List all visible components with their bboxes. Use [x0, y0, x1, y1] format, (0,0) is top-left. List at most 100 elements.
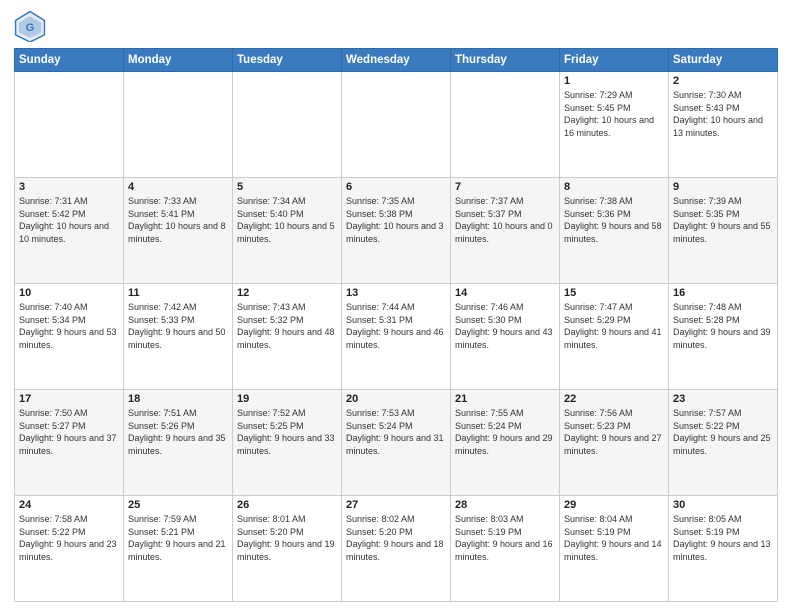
day-number: 27 — [346, 499, 446, 511]
day-cell: 21 Sunrise: 7:55 AM Sunset: 5:24 PM Dayli… — [451, 390, 560, 496]
day-cell: 4 Sunrise: 7:33 AM Sunset: 5:41 PM Daylig… — [124, 178, 233, 284]
day-info: Sunrise: 8:04 AM Sunset: 5:19 PM Dayligh… — [564, 513, 664, 563]
header-day-friday: Friday — [560, 49, 669, 72]
day-info: Sunrise: 8:05 AM Sunset: 5:19 PM Dayligh… — [673, 513, 773, 563]
day-number: 26 — [237, 499, 337, 511]
day-number: 12 — [237, 287, 337, 299]
day-info: Sunrise: 7:42 AM Sunset: 5:33 PM Dayligh… — [128, 301, 228, 351]
day-cell — [233, 72, 342, 178]
day-number: 21 — [455, 393, 555, 405]
day-info: Sunrise: 7:53 AM Sunset: 5:24 PM Dayligh… — [346, 407, 446, 457]
day-info: Sunrise: 7:57 AM Sunset: 5:22 PM Dayligh… — [673, 407, 773, 457]
day-cell: 14 Sunrise: 7:46 AM Sunset: 5:30 PM Dayli… — [451, 284, 560, 390]
day-info: Sunrise: 7:46 AM Sunset: 5:30 PM Dayligh… — [455, 301, 555, 351]
day-number: 13 — [346, 287, 446, 299]
day-cell: 10 Sunrise: 7:40 AM Sunset: 5:34 PM Dayli… — [15, 284, 124, 390]
day-cell: 7 Sunrise: 7:37 AM Sunset: 5:37 PM Daylig… — [451, 178, 560, 284]
day-number: 18 — [128, 393, 228, 405]
day-number: 9 — [673, 181, 773, 193]
day-info: Sunrise: 7:47 AM Sunset: 5:29 PM Dayligh… — [564, 301, 664, 351]
day-number: 22 — [564, 393, 664, 405]
day-info: Sunrise: 7:37 AM Sunset: 5:37 PM Dayligh… — [455, 195, 555, 245]
day-cell — [342, 72, 451, 178]
day-info: Sunrise: 7:30 AM Sunset: 5:43 PM Dayligh… — [673, 89, 773, 139]
day-number: 6 — [346, 181, 446, 193]
day-cell: 15 Sunrise: 7:47 AM Sunset: 5:29 PM Dayli… — [560, 284, 669, 390]
day-info: Sunrise: 7:34 AM Sunset: 5:40 PM Dayligh… — [237, 195, 337, 245]
week-row-4: 17 Sunrise: 7:50 AM Sunset: 5:27 PM Dayli… — [15, 390, 778, 496]
day-cell: 23 Sunrise: 7:57 AM Sunset: 5:22 PM Dayli… — [669, 390, 778, 496]
day-info: Sunrise: 7:33 AM Sunset: 5:41 PM Dayligh… — [128, 195, 228, 245]
day-number: 1 — [564, 75, 664, 87]
day-number: 25 — [128, 499, 228, 511]
day-cell: 25 Sunrise: 7:59 AM Sunset: 5:21 PM Dayli… — [124, 496, 233, 602]
day-cell: 8Sunrise: 7:38 AM Sunset: 5:36 PM Daylig… — [560, 178, 669, 284]
day-number: 23 — [673, 393, 773, 405]
day-info: Sunrise: 7:51 AM Sunset: 5:26 PM Dayligh… — [128, 407, 228, 457]
day-cell: 9Sunrise: 7:39 AM Sunset: 5:35 PM Daylig… — [669, 178, 778, 284]
day-cell: 26 Sunrise: 8:01 AM Sunset: 5:20 PM Dayli… — [233, 496, 342, 602]
day-cell: 12Sunrise: 7:43 AM Sunset: 5:32 PM Dayli… — [233, 284, 342, 390]
day-info: Sunrise: 7:44 AM Sunset: 5:31 PM Dayligh… — [346, 301, 446, 351]
day-cell: 18 Sunrise: 7:51 AM Sunset: 5:26 PM Dayli… — [124, 390, 233, 496]
header-day-thursday: Thursday — [451, 49, 560, 72]
day-number: 10 — [19, 287, 119, 299]
day-cell — [124, 72, 233, 178]
logo: G — [14, 10, 50, 42]
day-info: Sunrise: 8:02 AM Sunset: 5:20 PM Dayligh… — [346, 513, 446, 563]
day-info: Sunrise: 7:31 AM Sunset: 5:42 PM Dayligh… — [19, 195, 119, 245]
day-info: Sunrise: 7:52 AM Sunset: 5:25 PM Dayligh… — [237, 407, 337, 457]
day-info: Sunrise: 7:55 AM Sunset: 5:24 PM Dayligh… — [455, 407, 555, 457]
day-number: 19 — [237, 393, 337, 405]
day-number: 4 — [128, 181, 228, 193]
day-number: 28 — [455, 499, 555, 511]
day-info: Sunrise: 7:38 AM Sunset: 5:36 PM Dayligh… — [564, 195, 664, 245]
day-info: Sunrise: 8:03 AM Sunset: 5:19 PM Dayligh… — [455, 513, 555, 563]
day-number: 11 — [128, 287, 228, 299]
calendar-table: SundayMondayTuesdayWednesdayThursdayFrid… — [14, 48, 778, 602]
day-cell: 24 Sunrise: 7:58 AM Sunset: 5:22 PM Dayli… — [15, 496, 124, 602]
day-cell: 1 Sunrise: 7:29 AM Sunset: 5:45 PM Daylig… — [560, 72, 669, 178]
header-day-monday: Monday — [124, 49, 233, 72]
day-info: Sunrise: 7:56 AM Sunset: 5:23 PM Dayligh… — [564, 407, 664, 457]
day-number: 29 — [564, 499, 664, 511]
day-info: Sunrise: 7:48 AM Sunset: 5:28 PM Dayligh… — [673, 301, 773, 351]
svg-text:G: G — [26, 22, 35, 34]
week-row-3: 10 Sunrise: 7:40 AM Sunset: 5:34 PM Dayli… — [15, 284, 778, 390]
day-info: Sunrise: 7:59 AM Sunset: 5:21 PM Dayligh… — [128, 513, 228, 563]
day-cell: 17 Sunrise: 7:50 AM Sunset: 5:27 PM Dayli… — [15, 390, 124, 496]
day-cell: 5Sunrise: 7:34 AM Sunset: 5:40 PM Daylig… — [233, 178, 342, 284]
day-number: 2 — [673, 75, 773, 87]
header-row: SundayMondayTuesdayWednesdayThursdayFrid… — [15, 49, 778, 72]
day-cell: 22 Sunrise: 7:56 AM Sunset: 5:23 PM Dayli… — [560, 390, 669, 496]
day-cell: 27 Sunrise: 8:02 AM Sunset: 5:20 PM Dayli… — [342, 496, 451, 602]
day-number: 17 — [19, 393, 119, 405]
day-cell — [15, 72, 124, 178]
header-day-wednesday: Wednesday — [342, 49, 451, 72]
day-number: 24 — [19, 499, 119, 511]
day-cell: 11 Sunrise: 7:42 AM Sunset: 5:33 PM Dayli… — [124, 284, 233, 390]
week-row-5: 24 Sunrise: 7:58 AM Sunset: 5:22 PM Dayli… — [15, 496, 778, 602]
day-info: Sunrise: 7:35 AM Sunset: 5:38 PM Dayligh… — [346, 195, 446, 245]
day-info: Sunrise: 7:50 AM Sunset: 5:27 PM Dayligh… — [19, 407, 119, 457]
day-number: 15 — [564, 287, 664, 299]
day-number: 16 — [673, 287, 773, 299]
week-row-2: 3 Sunrise: 7:31 AM Sunset: 5:42 PM Daylig… — [15, 178, 778, 284]
day-cell: 2 Sunrise: 7:30 AM Sunset: 5:43 PM Daylig… — [669, 72, 778, 178]
day-info: Sunrise: 8:01 AM Sunset: 5:20 PM Dayligh… — [237, 513, 337, 563]
day-cell — [451, 72, 560, 178]
day-cell: 19 Sunrise: 7:52 AM Sunset: 5:25 PM Dayli… — [233, 390, 342, 496]
day-cell: 29 Sunrise: 8:04 AM Sunset: 5:19 PM Dayli… — [560, 496, 669, 602]
day-number: 30 — [673, 499, 773, 511]
day-number: 3 — [19, 181, 119, 193]
day-cell: 30 Sunrise: 8:05 AM Sunset: 5:19 PM Dayli… — [669, 496, 778, 602]
day-number: 7 — [455, 181, 555, 193]
logo-icon: G — [14, 10, 46, 42]
day-info: Sunrise: 7:29 AM Sunset: 5:45 PM Dayligh… — [564, 89, 664, 139]
header-day-tuesday: Tuesday — [233, 49, 342, 72]
day-info: Sunrise: 7:40 AM Sunset: 5:34 PM Dayligh… — [19, 301, 119, 351]
day-number: 14 — [455, 287, 555, 299]
day-cell: 28 Sunrise: 8:03 AM Sunset: 5:19 PM Dayli… — [451, 496, 560, 602]
day-info: Sunrise: 7:58 AM Sunset: 5:22 PM Dayligh… — [19, 513, 119, 563]
week-row-1: 1 Sunrise: 7:29 AM Sunset: 5:45 PM Daylig… — [15, 72, 778, 178]
